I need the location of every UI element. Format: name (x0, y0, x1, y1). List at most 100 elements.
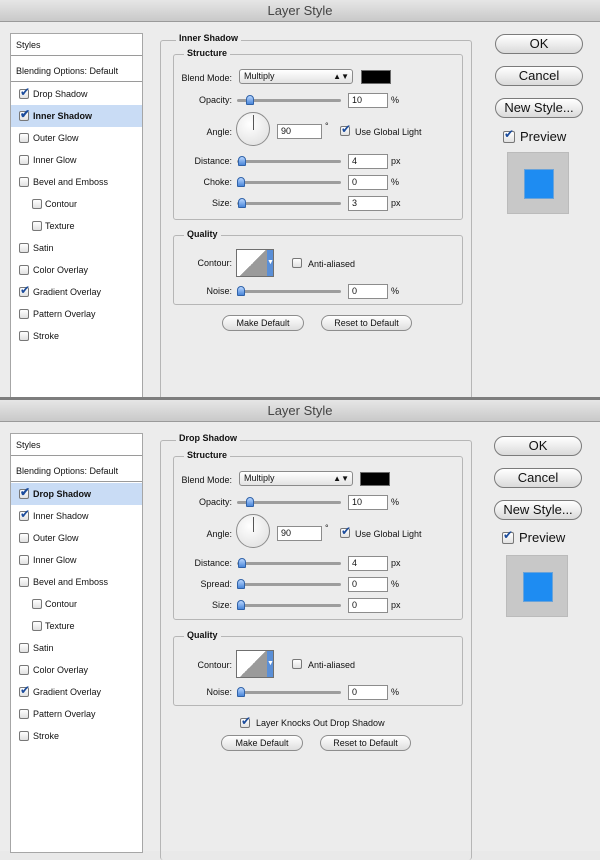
noise-field[interactable]: 0 (348, 685, 388, 700)
style-checkbox[interactable] (19, 555, 29, 565)
size-field[interactable]: 3 (348, 196, 388, 211)
dropdown-arrow-icon[interactable]: ▼ (267, 651, 274, 677)
size-field[interactable]: 0 (348, 598, 388, 613)
size-slider[interactable] (237, 198, 341, 208)
blending-options-item[interactable]: Blending Options: Default (11, 60, 142, 82)
noise-field[interactable]: 0 (348, 284, 388, 299)
spread-field[interactable]: 0 (348, 577, 388, 592)
sidebar-item-inner-glow[interactable]: Inner Glow (11, 549, 142, 571)
sidebar-item-contour[interactable]: Contour (11, 193, 142, 215)
preview-checkbox[interactable]: ✔ (503, 127, 515, 143)
sidebar-item-pattern-overlay[interactable]: Pattern Overlay (11, 303, 142, 325)
sidebar-item-drop-shadow[interactable]: ✔ Drop Shadow (11, 83, 142, 105)
distance-slider[interactable] (237, 558, 341, 568)
slider-thumb-icon[interactable] (237, 177, 245, 187)
opacity-field[interactable]: 10 (348, 93, 388, 108)
use-global-light-checkbox[interactable]: ✔ (340, 122, 351, 136)
anti-aliased-checkbox[interactable] (292, 659, 302, 669)
slider-thumb-icon[interactable] (238, 198, 246, 208)
sidebar-item-pattern-overlay[interactable]: Pattern Overlay (11, 703, 142, 725)
cancel-button[interactable]: Cancel (495, 66, 583, 86)
new-style-button[interactable]: New Style... (494, 500, 582, 520)
sidebar-item-satin[interactable]: Satin (11, 237, 142, 259)
sidebar-item-bevel-and-emboss[interactable]: Bevel and Emboss (11, 571, 142, 593)
style-checkbox[interactable] (32, 599, 42, 609)
style-checkbox[interactable] (19, 533, 29, 543)
opacity-slider[interactable] (237, 95, 341, 105)
noise-slider[interactable] (237, 286, 341, 296)
style-checkbox[interactable] (19, 731, 29, 741)
angle-dial-icon[interactable] (236, 112, 270, 146)
sidebar-item-inner-glow[interactable]: Inner Glow (11, 149, 142, 171)
opacity-field[interactable]: 10 (348, 495, 388, 510)
slider-thumb-icon[interactable] (237, 579, 245, 589)
style-checkbox[interactable]: ✔ (19, 283, 30, 297)
sidebar-item-outer-glow[interactable]: Outer Glow (11, 127, 142, 149)
blend-mode-select[interactable]: Multiply ▲▼ (239, 69, 353, 84)
opacity-slider[interactable] (237, 497, 341, 507)
slider-thumb-icon[interactable] (237, 687, 245, 697)
slider-thumb-icon[interactable] (237, 600, 245, 610)
use-global-light-checkbox[interactable]: ✔ (340, 524, 351, 538)
shadow-color-swatch[interactable] (360, 472, 390, 486)
angle-field[interactable]: 90 (277, 526, 322, 541)
style-checkbox[interactable] (19, 577, 29, 587)
sidebar-item-satin[interactable]: Satin (11, 637, 142, 659)
style-checkbox[interactable] (19, 709, 29, 719)
slider-thumb-icon[interactable] (237, 286, 245, 296)
sidebar-item-bevel-and-emboss[interactable]: Bevel and Emboss (11, 171, 142, 193)
ok-button[interactable]: OK (494, 436, 582, 456)
styles-header[interactable]: Styles (11, 34, 142, 56)
style-checkbox[interactable] (19, 309, 29, 319)
contour-picker[interactable]: ▼ (236, 249, 274, 277)
blend-mode-select[interactable]: Multiply ▲▼ (239, 471, 353, 486)
shadow-color-swatch[interactable] (361, 70, 391, 84)
reset-to-default-button[interactable]: Reset to Default (320, 735, 411, 751)
ok-button[interactable]: OK (495, 34, 583, 54)
sidebar-item-stroke[interactable]: Stroke (11, 325, 142, 347)
style-checkbox[interactable]: ✔ (19, 85, 30, 99)
cancel-button[interactable]: Cancel (494, 468, 582, 488)
style-checkbox[interactable]: ✔ (19, 107, 30, 121)
reset-to-default-button[interactable]: Reset to Default (321, 315, 412, 331)
style-checkbox[interactable] (19, 265, 29, 275)
style-checkbox[interactable] (19, 133, 29, 143)
noise-slider[interactable] (237, 687, 341, 697)
style-checkbox[interactable] (32, 621, 42, 631)
distance-field[interactable]: 4 (348, 556, 388, 571)
style-checkbox[interactable]: ✔ (19, 683, 30, 697)
slider-thumb-icon[interactable] (246, 497, 254, 507)
style-checkbox[interactable] (19, 243, 29, 253)
new-style-button[interactable]: New Style... (495, 98, 583, 118)
sidebar-item-stroke[interactable]: Stroke (11, 725, 142, 747)
style-checkbox[interactable]: ✔ (19, 507, 30, 521)
style-checkbox[interactable] (19, 177, 29, 187)
contour-picker[interactable]: ▼ (236, 650, 274, 678)
sidebar-item-contour[interactable]: Contour (11, 593, 142, 615)
layer-knocks-out-checkbox[interactable]: ✔ (240, 714, 251, 728)
sidebar-item-inner-shadow[interactable]: ✔ Inner Shadow (11, 105, 142, 127)
angle-field[interactable]: 90 (277, 124, 322, 139)
sidebar-item-texture[interactable]: Texture (11, 615, 142, 637)
sidebar-item-gradient-overlay[interactable]: ✔ Gradient Overlay (11, 681, 142, 703)
make-default-button[interactable]: Make Default (222, 315, 304, 331)
slider-thumb-icon[interactable] (246, 95, 254, 105)
slider-thumb-icon[interactable] (238, 156, 246, 166)
sidebar-item-outer-glow[interactable]: Outer Glow (11, 527, 142, 549)
make-default-button[interactable]: Make Default (221, 735, 303, 751)
sidebar-item-inner-shadow[interactable]: ✔ Inner Shadow (11, 505, 142, 527)
styles-header[interactable]: Styles (11, 434, 142, 456)
anti-aliased-checkbox[interactable] (292, 258, 302, 268)
sidebar-item-gradient-overlay[interactable]: ✔ Gradient Overlay (11, 281, 142, 303)
sidebar-item-color-overlay[interactable]: Color Overlay (11, 259, 142, 281)
spread-slider[interactable] (237, 579, 341, 589)
choke-slider[interactable] (237, 177, 341, 187)
style-checkbox[interactable] (32, 221, 42, 231)
choke-field[interactable]: 0 (348, 175, 388, 190)
angle-dial-icon[interactable] (236, 514, 270, 548)
preview-checkbox[interactable]: ✔ (502, 528, 514, 544)
style-checkbox[interactable] (19, 331, 29, 341)
size-slider[interactable] (237, 600, 341, 610)
dropdown-arrow-icon[interactable]: ▼ (267, 250, 274, 276)
sidebar-item-texture[interactable]: Texture (11, 215, 142, 237)
